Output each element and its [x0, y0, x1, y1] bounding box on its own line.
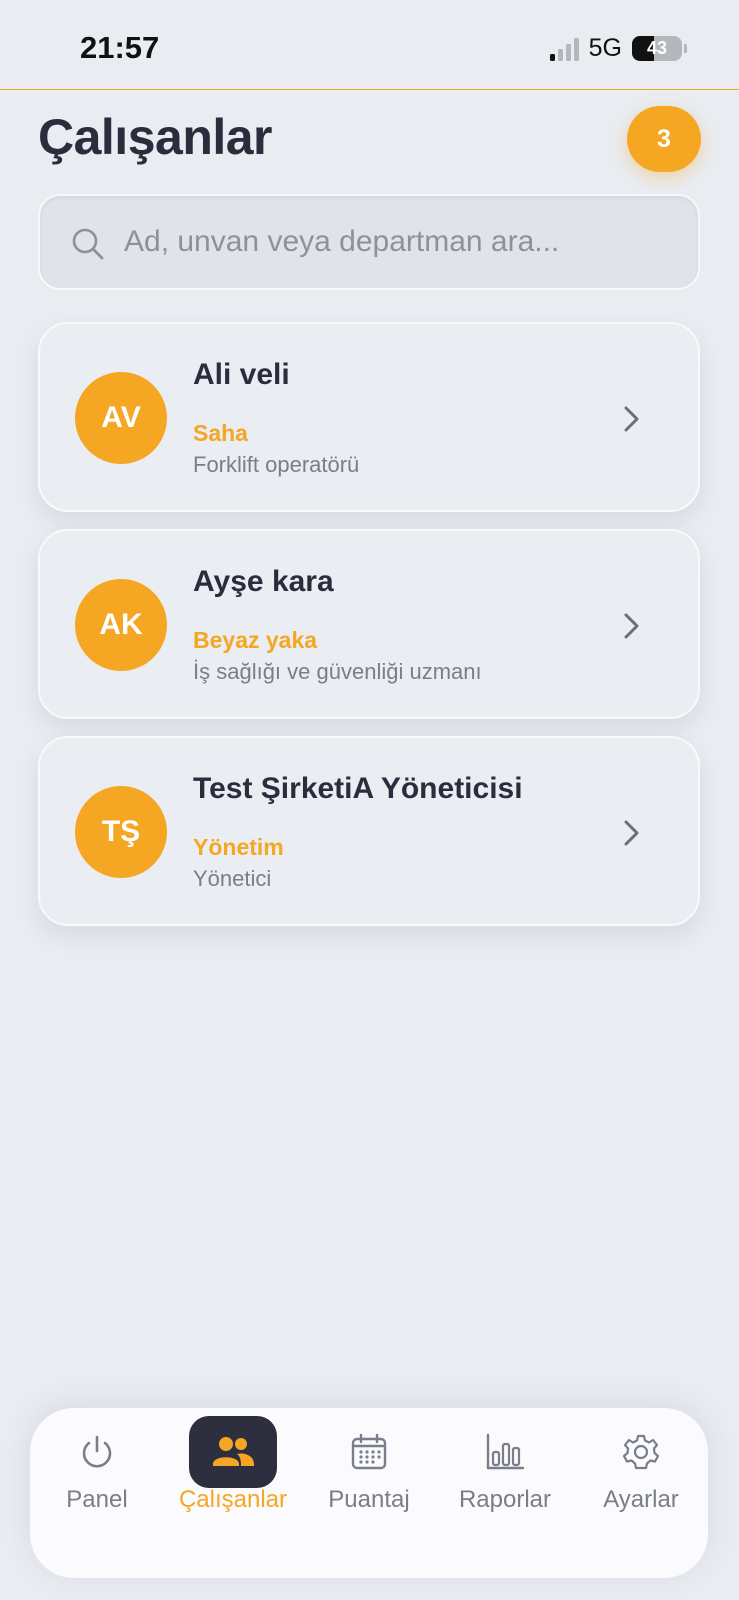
- employee-department: Yönetim: [193, 834, 284, 860]
- nav-item-ayarlar[interactable]: Ayarlar: [576, 1408, 706, 1538]
- page-title: Çalışanlar: [38, 109, 273, 165]
- employee-card[interactable]: AV Ali veli Saha Forklift operatörü: [38, 322, 700, 512]
- employee-name: Test ŞirketiA Yöneticisi: [193, 772, 523, 805]
- power-icon: [82, 1435, 112, 1468]
- avatar: TŞ: [75, 786, 167, 878]
- employee-name: Ayşe kara: [193, 565, 334, 598]
- employee-count-badge[interactable]: 3: [627, 106, 701, 172]
- employee-department: Beyaz yaka: [193, 627, 318, 653]
- chevron-right-icon: [624, 406, 639, 432]
- status-indicators: 5G 43: [549, 34, 687, 63]
- nav-label: Çalışanlar: [178, 1486, 288, 1513]
- nav-item-calisanlar[interactable]: Çalışanlar: [168, 1408, 298, 1538]
- chevron-right-icon: [624, 613, 639, 639]
- nav-label: Panel: [66, 1486, 128, 1513]
- employee-department: Saha: [193, 420, 248, 446]
- search-box[interactable]: [38, 194, 700, 290]
- status-bar: 21:57 5G 43: [0, 0, 739, 90]
- employee-title: Yönetici: [193, 866, 272, 891]
- nav-label: Ayarlar: [603, 1486, 679, 1513]
- search-icon: [72, 228, 104, 260]
- nav-label: Raporlar: [458, 1486, 552, 1513]
- employee-card[interactable]: TŞ Test ŞirketiA Yöneticisi Yönetim Yöne…: [38, 736, 700, 926]
- employee-title: İş sağlığı ve güvenliği uzmanı: [193, 659, 482, 684]
- nav-label: Puantaj: [328, 1486, 410, 1513]
- battery-icon: 43: [632, 36, 682, 61]
- signal-icon: [549, 37, 579, 61]
- gear-icon: [622, 1434, 660, 1470]
- nav-item-panel[interactable]: Panel: [32, 1408, 162, 1538]
- employee-title: Forklift operatörü: [193, 452, 360, 477]
- search-input[interactable]: [124, 216, 684, 268]
- battery-cap: [684, 44, 687, 53]
- employee-card[interactable]: AK Ayşe kara Beyaz yaka İş sağlığı ve gü…: [38, 529, 700, 719]
- bar-chart-icon: [486, 1433, 525, 1470]
- chevron-right-icon: [624, 820, 639, 846]
- bottom-nav: Panel Çalışanlar Puantaj Raporlar Ayarla…: [30, 1408, 708, 1578]
- calendar-icon: [351, 1433, 387, 1470]
- employee-name: Ali veli: [193, 358, 290, 391]
- avatar: AK: [75, 579, 167, 671]
- battery-level: 43: [646, 38, 668, 58]
- avatar: AV: [75, 372, 167, 464]
- network-type: 5G: [588, 34, 622, 62]
- nav-item-raporlar[interactable]: Raporlar: [440, 1408, 570, 1538]
- status-time: 21:57: [80, 30, 160, 65]
- users-icon: [213, 1437, 254, 1466]
- nav-item-puantaj[interactable]: Puantaj: [304, 1408, 434, 1538]
